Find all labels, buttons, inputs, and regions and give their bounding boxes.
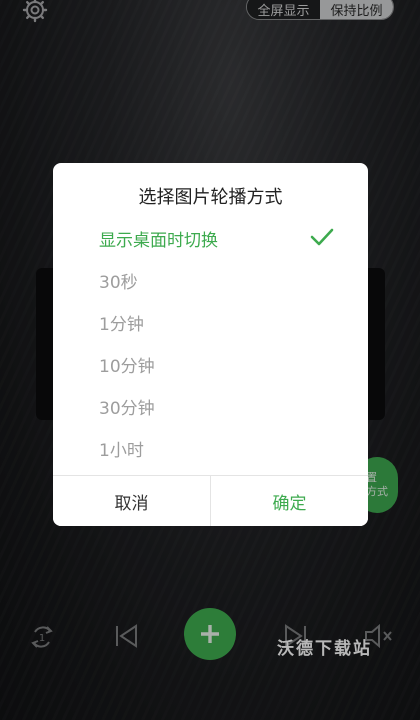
option-30-seconds[interactable]: 30秒 [99, 264, 329, 296]
cancel-button[interactable]: 取消 [53, 476, 211, 526]
option-label: 显示桌面时切换 [99, 230, 218, 251]
option-10-minutes[interactable]: 10分钟 [99, 348, 329, 380]
carousel-mode-dialog: 选择图片轮播方式 显示桌面时切换 30秒 1分钟 10分钟 30分钟 1小时 取… [53, 163, 368, 526]
option-1-hour[interactable]: 1小时 [99, 432, 329, 464]
option-show-desktop[interactable]: 显示桌面时切换 [99, 222, 334, 254]
checkmark-icon [310, 228, 334, 246]
option-label: 1小时 [99, 440, 144, 461]
option-label: 30分钟 [99, 398, 155, 419]
confirm-button[interactable]: 确定 [211, 476, 368, 526]
option-label: 1分钟 [99, 314, 144, 335]
option-label: 30秒 [99, 272, 138, 293]
option-label: 10分钟 [99, 356, 155, 377]
dialog-title: 选择图片轮播方式 [138, 187, 283, 208]
option-30-minutes[interactable]: 30分钟 [99, 390, 329, 422]
option-1-minute[interactable]: 1分钟 [99, 306, 329, 338]
dialog-footer: 取消 确定 [53, 475, 368, 526]
